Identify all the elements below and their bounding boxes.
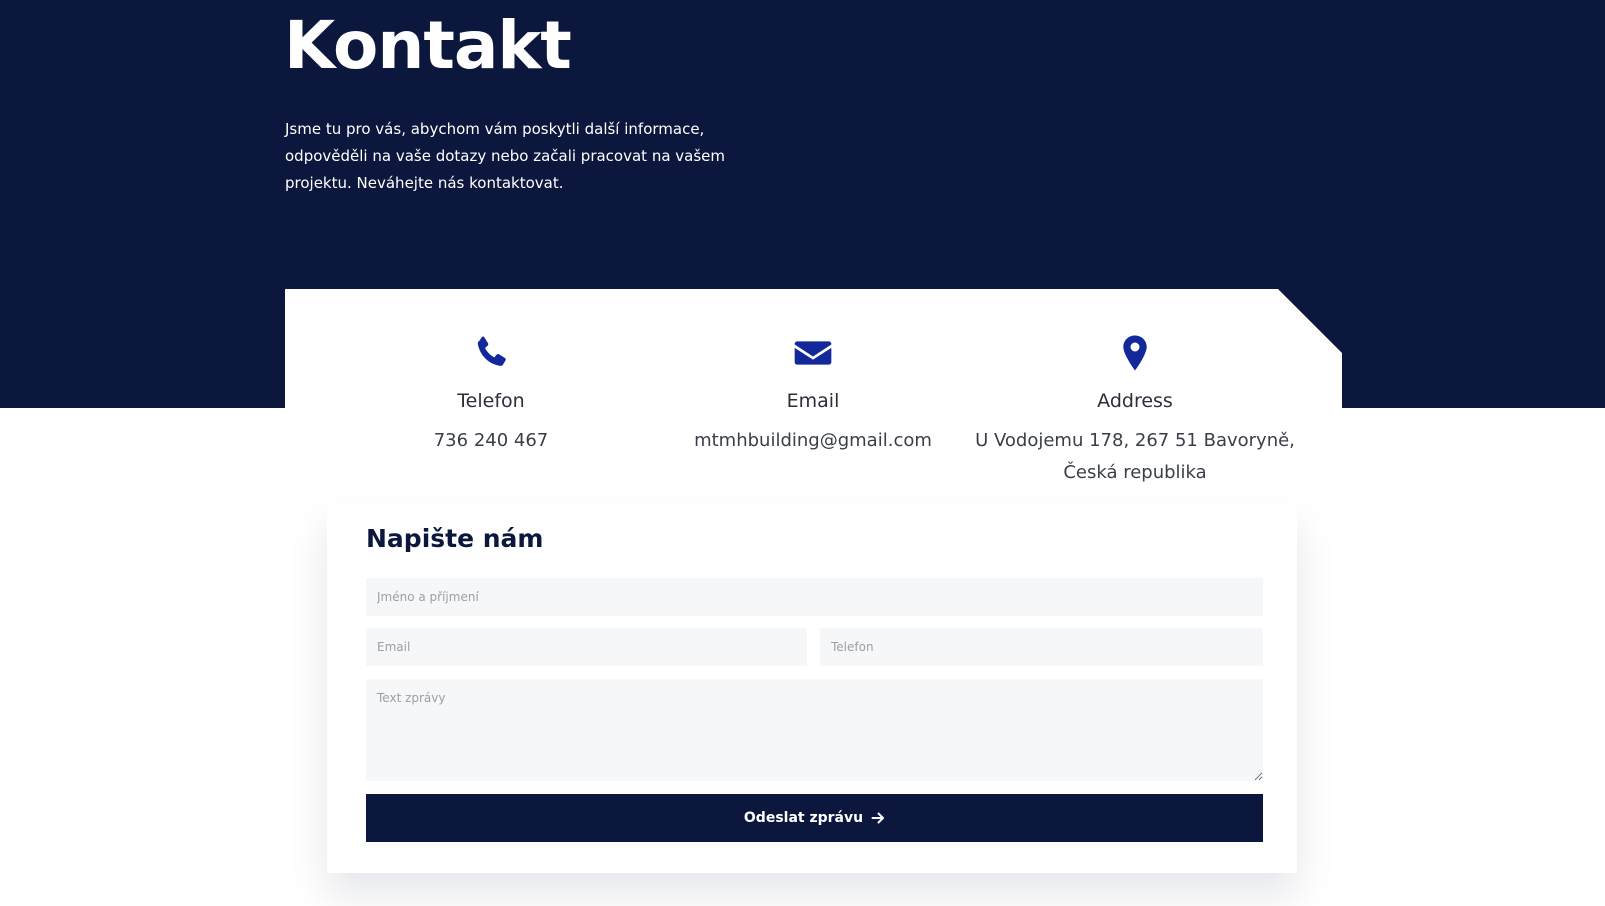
page-title: Kontakt <box>284 7 572 84</box>
contact-address-value: U Vodojemu 178, 267 51 Bavoryně, Česká r… <box>975 430 1295 483</box>
form-title: Napište nám <box>366 524 544 553</box>
submit-button[interactable]: Odeslat zprávu <box>366 794 1263 842</box>
contact-address: Address U Vodojemu 178, 267 51 Bavoryně,… <box>965 333 1305 489</box>
contact-phone-label: Telefon <box>457 390 525 412</box>
contact-email-value[interactable]: mtmhbuilding@gmail.com <box>643 425 983 457</box>
contact-email-label: Email <box>786 390 840 412</box>
map-pin-icon <box>1123 335 1147 371</box>
hero-description: Jsme tu pro vás, abychom vám poskytli da… <box>285 120 726 192</box>
phone-field[interactable] <box>820 628 1263 666</box>
envelope-icon <box>794 341 832 365</box>
name-field[interactable] <box>366 578 1263 616</box>
contact-address-label: Address <box>1097 390 1173 412</box>
arrow-right-icon <box>871 812 885 824</box>
email-field[interactable] <box>366 628 807 666</box>
phone-icon <box>477 336 506 366</box>
message-field[interactable] <box>366 679 1263 781</box>
submit-button-label: Odeslat zprávu <box>743 810 864 826</box>
contact-email: Email mtmhbuilding@gmail.com <box>643 333 983 457</box>
contact-phone-value[interactable]: 736 240 467 <box>321 425 661 457</box>
contact-phone: Telefon 736 240 467 <box>321 333 661 457</box>
